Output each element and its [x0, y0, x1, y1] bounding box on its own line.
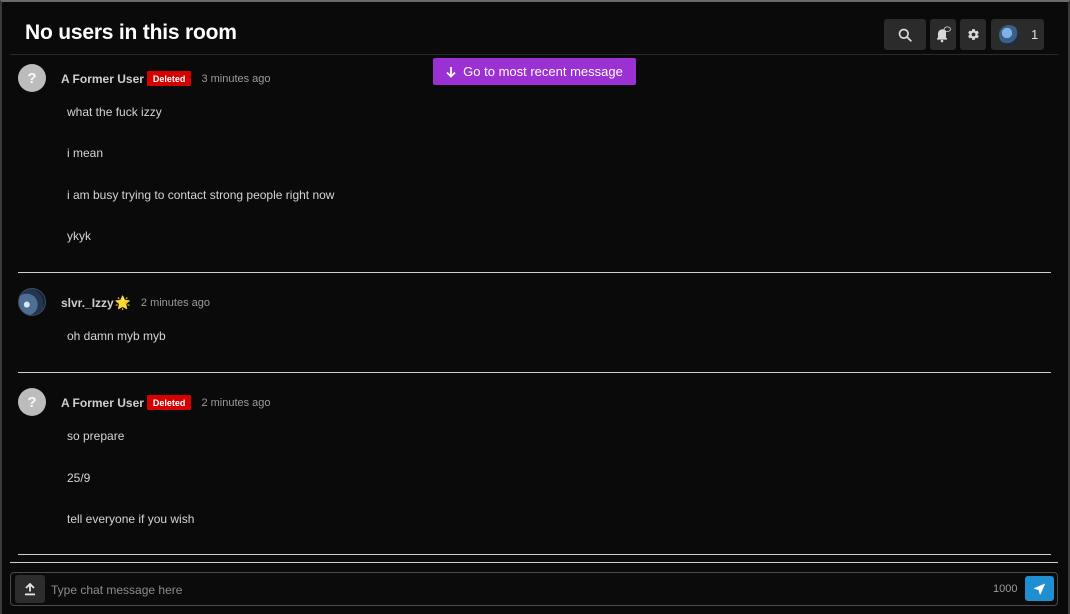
jump-to-recent-button[interactable]: Go to most recent message [433, 58, 636, 85]
chat-composer: 1000 [10, 572, 1058, 606]
notifications-button[interactable] [930, 19, 956, 50]
message-line: so prepare [67, 429, 125, 443]
chat-message-input[interactable] [49, 577, 953, 603]
chat-message: ? A Former User Deleted 2 minutes ago so… [18, 388, 1051, 538]
message-meta: slvr._Izzy 🌟 2 minutes ago [61, 295, 210, 311]
star-icon: 🌟 [114, 295, 131, 310]
avatar [999, 24, 1019, 45]
arrow-down-icon [446, 66, 456, 78]
message-meta: A Former User Deleted 2 minutes ago [61, 395, 271, 410]
composer-divider [10, 562, 1058, 563]
search-button[interactable] [884, 19, 926, 50]
timestamp: 2 minutes ago [140, 297, 211, 309]
page-title: No users in this room [25, 21, 237, 44]
bell-icon [937, 26, 951, 42]
message-line: 25/9 [67, 471, 91, 485]
settings-button[interactable] [960, 19, 986, 50]
chat-message: ? A Former User Deleted 3 minutes ago wh… [18, 64, 1051, 264]
avatar[interactable] [18, 288, 46, 316]
send-icon [1034, 583, 1045, 595]
status-badge: Deleted [146, 71, 192, 86]
gear-icon [967, 29, 979, 40]
status-badge: Deleted [146, 395, 192, 410]
upload-icon [25, 582, 35, 595]
user-count: 1 [1031, 27, 1039, 42]
message-line: tell everyone if you wish [67, 512, 195, 526]
avatar[interactable]: ? [18, 64, 46, 92]
message-line: ykyk [67, 229, 91, 243]
avatar[interactable]: ? [18, 388, 46, 416]
username[interactable]: A Former User [61, 72, 144, 86]
search-icon [898, 28, 912, 42]
chat-message: slvr._Izzy 🌟 2 minutes ago oh damn myb m… [18, 288, 1051, 358]
message-divider [18, 554, 1051, 555]
timestamp: 3 minutes ago [201, 72, 271, 85]
room-header: No users in this room 1 [10, 12, 1058, 55]
chat-window: No users in this room 1 Go to most recen… [0, 0, 1070, 614]
jump-to-recent-label: Go to most recent message [463, 64, 623, 79]
message-line: oh damn myb myb [67, 329, 166, 343]
timestamp: 2 minutes ago [201, 396, 271, 409]
character-limit: 1000 [993, 583, 1018, 595]
upload-button[interactable] [15, 575, 45, 603]
username[interactable]: slvr._Izzy [61, 296, 114, 310]
send-button[interactable] [1025, 576, 1054, 601]
message-line: i mean [67, 146, 104, 160]
message-divider [18, 372, 1051, 373]
message-line: i am busy trying to contact strong peopl… [67, 188, 335, 202]
username[interactable]: A Former User [61, 396, 144, 410]
room-users-button[interactable]: 1 [991, 19, 1044, 50]
message-divider [18, 272, 1051, 273]
message-line: what the fuck izzy [67, 105, 162, 119]
message-meta: A Former User Deleted 3 minutes ago [61, 71, 271, 86]
